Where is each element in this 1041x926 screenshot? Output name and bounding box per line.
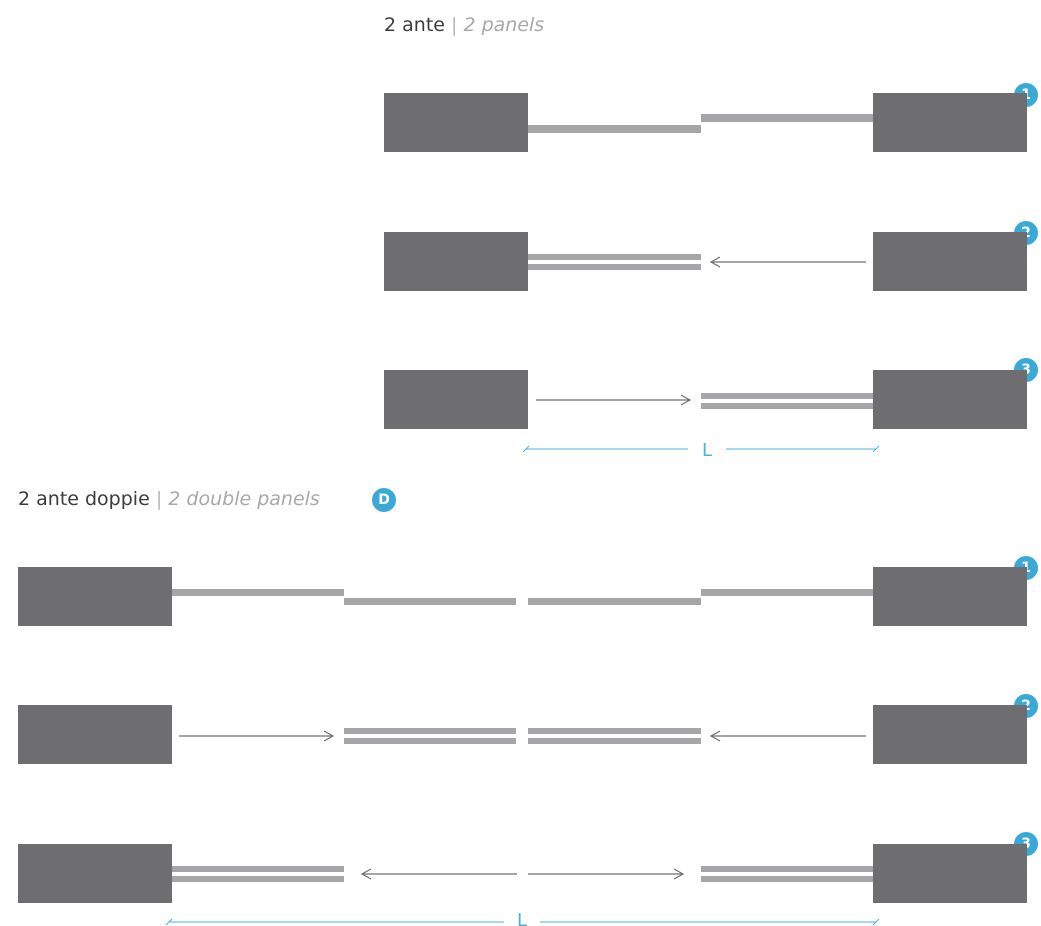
wall-block-left xyxy=(384,370,528,429)
wall-block-left xyxy=(18,567,172,626)
wall-block-left xyxy=(384,232,528,291)
panel-stacked-top xyxy=(344,728,516,734)
single-row-2 xyxy=(384,232,1027,291)
wall-block-left xyxy=(18,844,172,903)
dimension-label-l: L xyxy=(702,440,712,461)
panel-stacked-top xyxy=(172,866,344,872)
sliding-door-diagram: L L xyxy=(18,93,1027,926)
double-row-3 xyxy=(18,844,1027,903)
panel-stacked-bottom xyxy=(172,876,344,882)
double-row-2 xyxy=(18,705,1027,764)
panel-inner-left xyxy=(344,598,516,605)
single-row-1 xyxy=(384,93,1027,152)
dimension-label-l: L xyxy=(517,910,527,926)
wall-block-right xyxy=(873,93,1027,152)
wall-block-left xyxy=(384,93,528,152)
panel-outer-right xyxy=(701,589,873,596)
panel-left xyxy=(528,125,701,133)
wall-block-right xyxy=(873,232,1027,291)
wall-block-right xyxy=(873,370,1027,429)
panel-stacked-top xyxy=(528,254,701,260)
panel-outer-left xyxy=(172,589,344,596)
panel-stacked-bottom xyxy=(701,403,873,409)
panel-stacked-top xyxy=(701,866,873,872)
wall-block-left xyxy=(18,705,172,764)
panel-inner-right xyxy=(528,598,701,605)
panel-stacked-bottom xyxy=(344,738,516,744)
panel-stacked-bottom xyxy=(528,738,701,744)
panel-stacked-top xyxy=(528,728,701,734)
double-row-1 xyxy=(18,567,1027,626)
dimension-line-double: L xyxy=(165,910,880,926)
wall-block-right xyxy=(873,567,1027,626)
panel-right xyxy=(701,114,873,122)
dimension-line-single: L xyxy=(522,440,880,461)
panel-stacked-bottom xyxy=(701,876,873,882)
panel-stacked-bottom xyxy=(528,264,701,270)
panel-stacked-top xyxy=(701,393,873,399)
wall-block-right xyxy=(873,705,1027,764)
wall-block-right xyxy=(873,844,1027,903)
single-row-3 xyxy=(384,370,1027,429)
